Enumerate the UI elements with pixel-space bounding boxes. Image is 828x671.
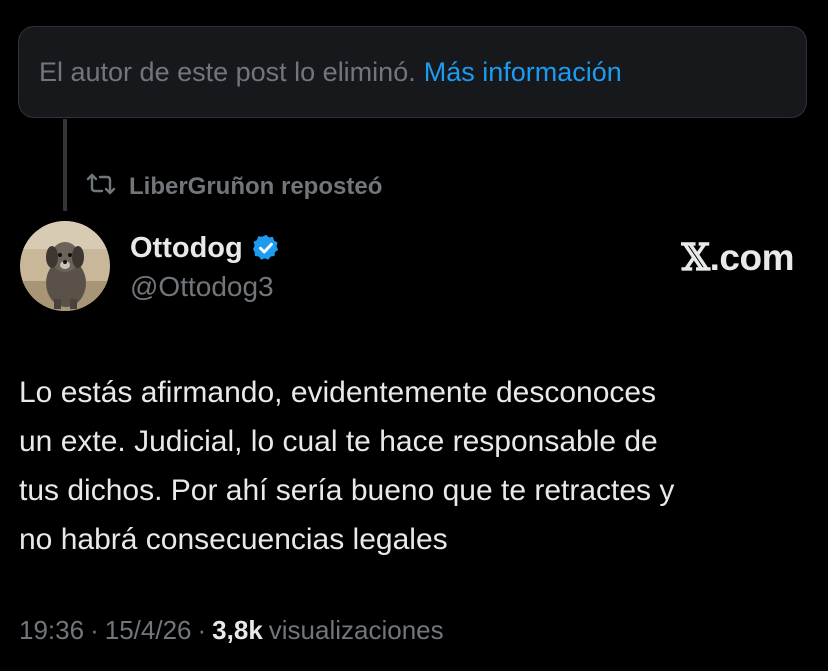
author-handle[interactable]: @Ottodog3 [130,271,274,303]
repost-label: LiberGruñon reposteó [129,173,383,200]
x-com-watermark: 𝕏.com [681,235,794,279]
author-display-name[interactable]: Ottodog [130,232,243,265]
post-line: tus dichos. Por ahí sería bueno que te r… [19,474,675,507]
verified-badge-icon [251,233,281,263]
post-line: un exte. Judicial, lo cual te hace respo… [19,425,658,458]
deleted-post-notice: El autor de este post lo eliminó. Más in… [18,26,807,118]
more-info-link[interactable]: Más información [424,57,622,88]
meta-separator: · [90,615,99,645]
watermark-domain: .com [709,237,795,278]
thread-connector-line [63,119,67,211]
post-time[interactable]: 19:36 [19,615,84,646]
post-body: Lo estás afirmando, evidentemente descon… [19,368,809,564]
author-avatar[interactable] [20,221,110,311]
author-name-row: Ottodog [130,230,281,266]
post-date[interactable]: 15/4/26 [105,615,192,646]
views-count[interactable]: 3,8k [212,615,263,646]
deleted-notice-text: El autor de este post lo eliminó. [39,56,416,87]
repost-indicator[interactable]: LiberGruñon reposteó [85,172,382,202]
meta-separator: · [197,615,207,645]
dog-avatar [20,221,110,311]
post-meta: 19:36 · 15/4/26 · 3,8k visualizaciones [19,615,444,646]
post-line: Lo estás afirmando, evidentemente descon… [19,376,657,409]
views-label: visualizaciones [268,615,444,645]
repost-icon [85,172,117,203]
x-logo-icon: 𝕏 [681,235,710,279]
post-line: no habrá consecuencias legales [19,523,448,556]
